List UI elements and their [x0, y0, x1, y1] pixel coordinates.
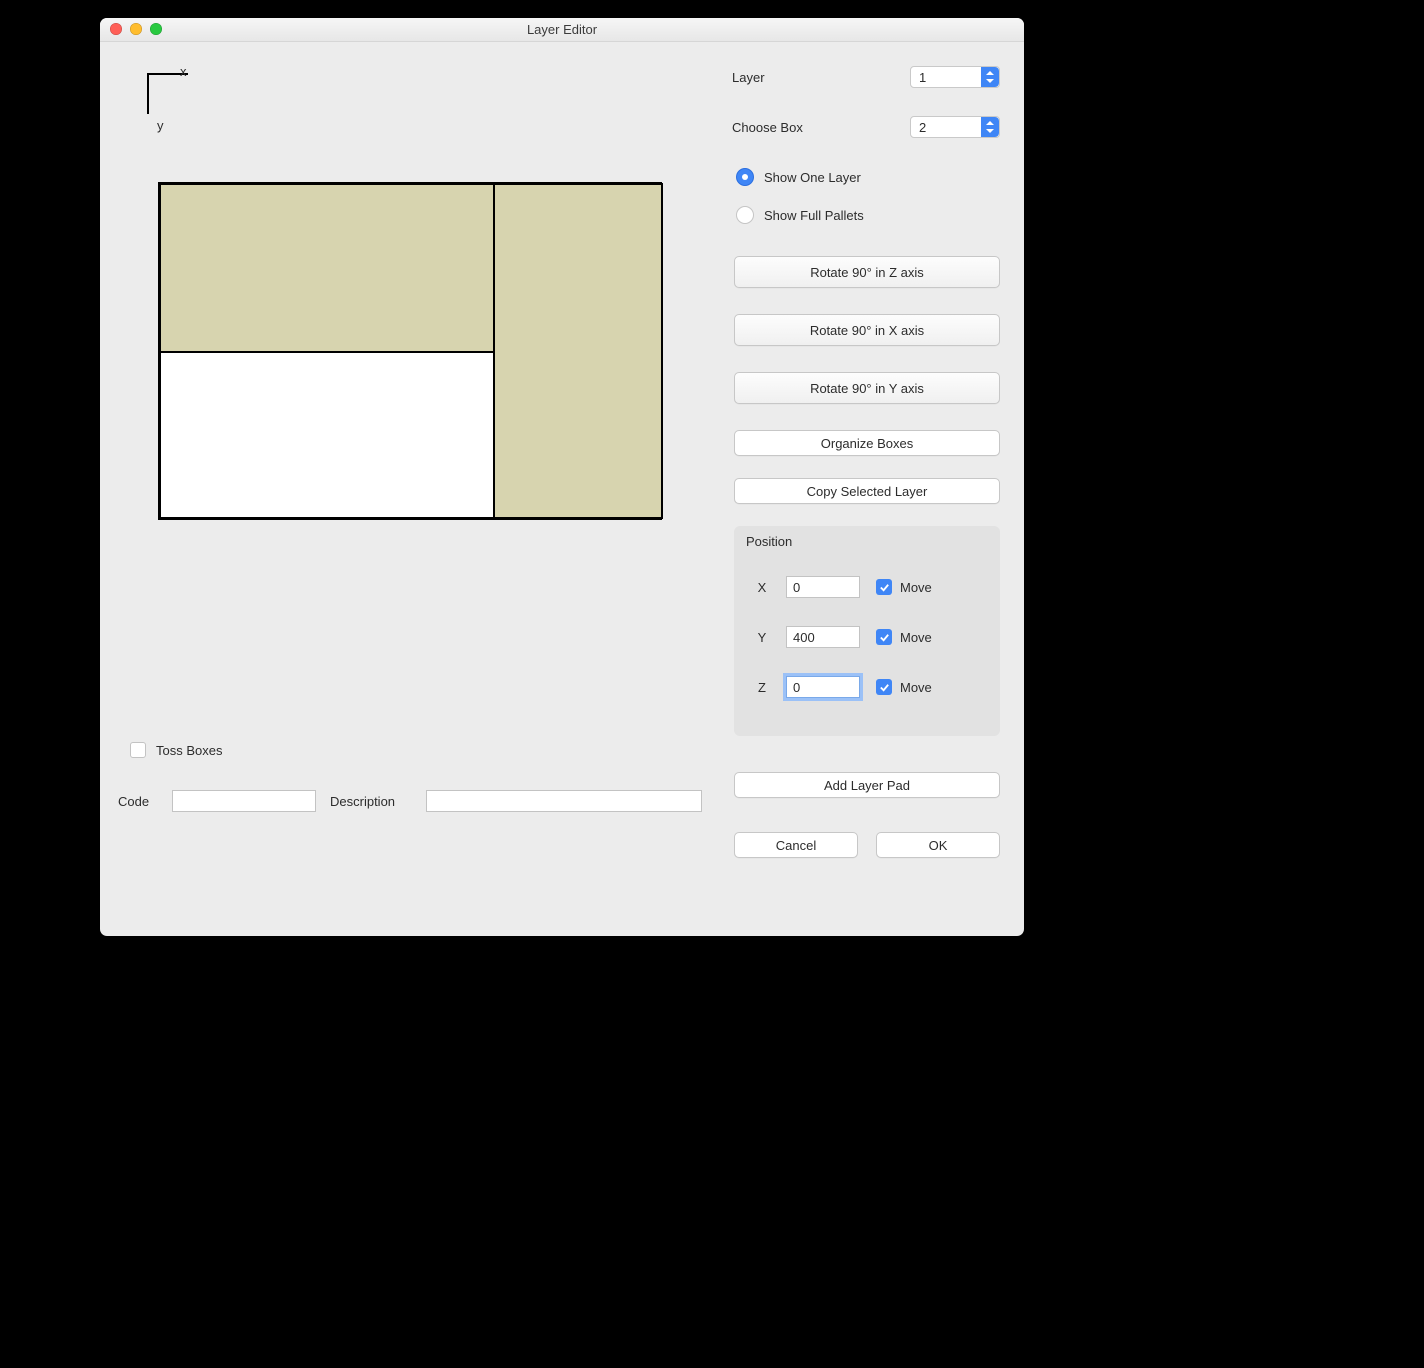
- choose-box-value: 2: [911, 120, 981, 135]
- layer-value: 1: [911, 70, 981, 85]
- radio-icon: [736, 206, 754, 224]
- close-icon[interactable]: [110, 23, 122, 35]
- show-one-layer-radio[interactable]: Show One Layer: [736, 168, 861, 186]
- rotate-z-button[interactable]: Rotate 90° in Z axis: [734, 256, 1000, 288]
- layer-editor-window: Layer Editor x y Layer 1 Choose Box 2: [100, 18, 1024, 936]
- rotate-y-button[interactable]: Rotate 90° in Y axis: [734, 372, 1000, 404]
- position-y-input[interactable]: 400: [786, 626, 860, 648]
- description-input[interactable]: [426, 790, 702, 812]
- content: x y Layer 1 Choose Box 2 Show One Layer: [100, 42, 1024, 936]
- position-x-move-checkbox[interactable]: Move: [876, 579, 932, 595]
- ok-button[interactable]: OK: [876, 832, 1000, 858]
- rotate-x-button[interactable]: Rotate 90° in X axis: [734, 314, 1000, 346]
- code-label: Code: [118, 794, 149, 809]
- titlebar: Layer Editor: [100, 18, 1024, 42]
- position-x-input[interactable]: 0: [786, 576, 860, 598]
- choose-box-label: Choose Box: [732, 120, 803, 135]
- window-controls: [110, 23, 162, 35]
- pallet-canvas[interactable]: [158, 182, 662, 520]
- radio-icon: [736, 168, 754, 186]
- position-y-move-checkbox[interactable]: Move: [876, 629, 932, 645]
- add-layer-pad-button[interactable]: Add Layer Pad: [734, 772, 1000, 798]
- toss-boxes-checkbox[interactable]: Toss Boxes: [130, 742, 222, 758]
- axis-y-label: y: [157, 118, 164, 133]
- copy-selected-layer-button[interactable]: Copy Selected Layer: [734, 478, 1000, 504]
- checkbox-icon: [130, 742, 146, 758]
- show-full-pallets-label: Show Full Pallets: [764, 208, 864, 223]
- code-input[interactable]: [172, 790, 316, 812]
- organize-boxes-button[interactable]: Organize Boxes: [734, 430, 1000, 456]
- choose-box-select[interactable]: 2: [910, 116, 1000, 138]
- box-1[interactable]: [159, 183, 495, 353]
- axis-icon: x y: [130, 64, 200, 134]
- position-group: Position X 0 Move Y 400 Move Z 0: [734, 526, 1000, 736]
- minimize-icon[interactable]: [130, 23, 142, 35]
- window-title: Layer Editor: [527, 22, 597, 37]
- position-z-label: Z: [754, 680, 770, 695]
- axis-x-label: x: [180, 64, 187, 79]
- show-one-layer-label: Show One Layer: [764, 170, 861, 185]
- position-x-label: X: [754, 580, 770, 595]
- show-full-pallets-radio[interactable]: Show Full Pallets: [736, 206, 864, 224]
- layer-label: Layer: [732, 70, 765, 85]
- position-z-input[interactable]: 0: [786, 676, 860, 698]
- cancel-button[interactable]: Cancel: [734, 832, 858, 858]
- position-title: Position: [746, 534, 792, 549]
- position-z-move-checkbox[interactable]: Move: [876, 679, 932, 695]
- layer-select[interactable]: 1: [910, 66, 1000, 88]
- box-2[interactable]: [493, 183, 663, 519]
- zoom-icon[interactable]: [150, 23, 162, 35]
- stepper-icon[interactable]: [981, 117, 999, 137]
- stepper-icon[interactable]: [981, 67, 999, 87]
- position-y-label: Y: [754, 630, 770, 645]
- description-label: Description: [330, 794, 395, 809]
